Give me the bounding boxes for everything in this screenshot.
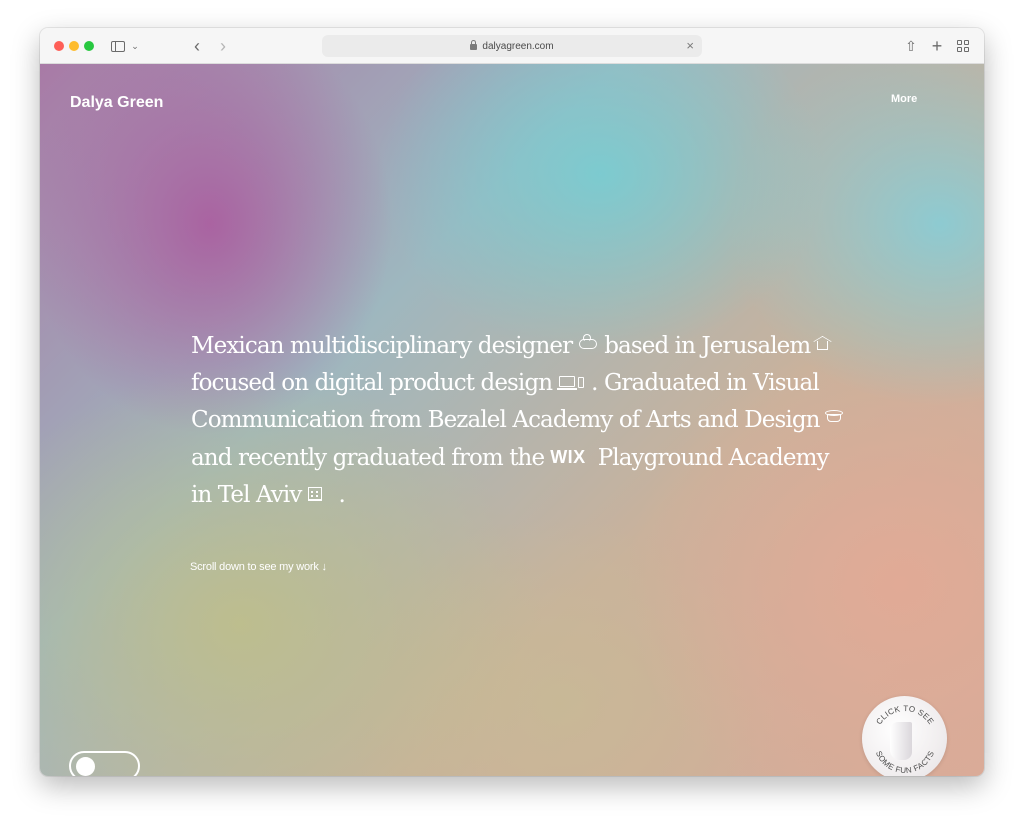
intro-text-segment: . Graduated in Visual (591, 370, 820, 396)
intro-text: Mexican multidisciplinary designer based … (191, 328, 871, 514)
chevron-down-icon[interactable]: ⌄ (130, 36, 140, 56)
intro-line: focused on digital product design . Gradu… (191, 365, 871, 402)
new-tab-icon[interactable]: + (930, 36, 944, 56)
cloud-icon (579, 334, 598, 349)
scroll-hint[interactable]: Scroll down to see my work ↓ (190, 561, 327, 573)
minimize-window-button[interactable] (69, 41, 79, 51)
zoom-window-button[interactable] (84, 41, 94, 51)
address-bar[interactable]: dalyagreen.com × (322, 35, 702, 57)
browser-toolbar: ⌄ ‹ › dalyagreen.com × ⇧ + (40, 28, 984, 64)
intro-line: Communication from Bezalel Academy of Ar… (191, 402, 871, 439)
url-text: dalyagreen.com (482, 40, 554, 52)
intro-text-segment: . (338, 482, 345, 508)
fun-facts-circular-text: CLICK TO SEE SOME FUN FACTS (874, 704, 936, 776)
intro-text-segment: Mexican multidisciplinary designer (191, 333, 573, 359)
tab-overview-icon[interactable] (956, 36, 970, 56)
intro-line: and recently graduated from the WIX Playgr… (191, 439, 871, 477)
house-icon (817, 340, 829, 350)
toggle-knob[interactable] (76, 757, 95, 776)
more-menu-link[interactable]: More (891, 93, 917, 105)
close-window-button[interactable] (54, 41, 64, 51)
wix-logo: WIX (550, 447, 586, 467)
sidebar-icon[interactable] (110, 36, 126, 56)
intro-text-segment: in Tel Aviv (191, 482, 302, 508)
intro-text-segment: Playground Academy (597, 445, 830, 471)
lock-icon (470, 40, 478, 50)
fun-facts-bottom-text: SOME FUN FACTS (874, 750, 936, 776)
back-icon[interactable]: ‹ (190, 36, 204, 56)
building-icon (308, 487, 323, 501)
theme-toggle[interactable] (69, 751, 140, 776)
intro-text-segment: Communication from Bezalel Academy of Ar… (191, 407, 820, 433)
intro-line: Mexican multidisciplinary designer based … (191, 328, 871, 365)
intro-text-segment: focused on digital product design (191, 370, 553, 396)
graduation-cap-icon (826, 414, 841, 422)
forward-icon[interactable]: › (216, 36, 230, 56)
page-content: Dalya Green More Mexican multidisciplina… (40, 64, 984, 776)
laptop-icon (557, 375, 578, 390)
intro-text-segment: and recently graduated from the (191, 445, 545, 471)
site-logo[interactable]: Dalya Green (70, 94, 163, 112)
fun-facts-top-text: CLICK TO SEE (874, 704, 935, 726)
fun-facts-button[interactable]: CLICK TO SEE SOME FUN FACTS (862, 696, 947, 776)
intro-text-segment: based in Jerusalem (604, 333, 811, 359)
intro-line: in Tel Aviv. (191, 477, 871, 514)
share-icon[interactable]: ⇧ (904, 36, 918, 56)
clear-url-icon[interactable]: × (686, 38, 694, 53)
browser-window: ⌄ ‹ › dalyagreen.com × ⇧ + Dalya Green M… (40, 28, 984, 776)
phone-icon (578, 376, 585, 388)
